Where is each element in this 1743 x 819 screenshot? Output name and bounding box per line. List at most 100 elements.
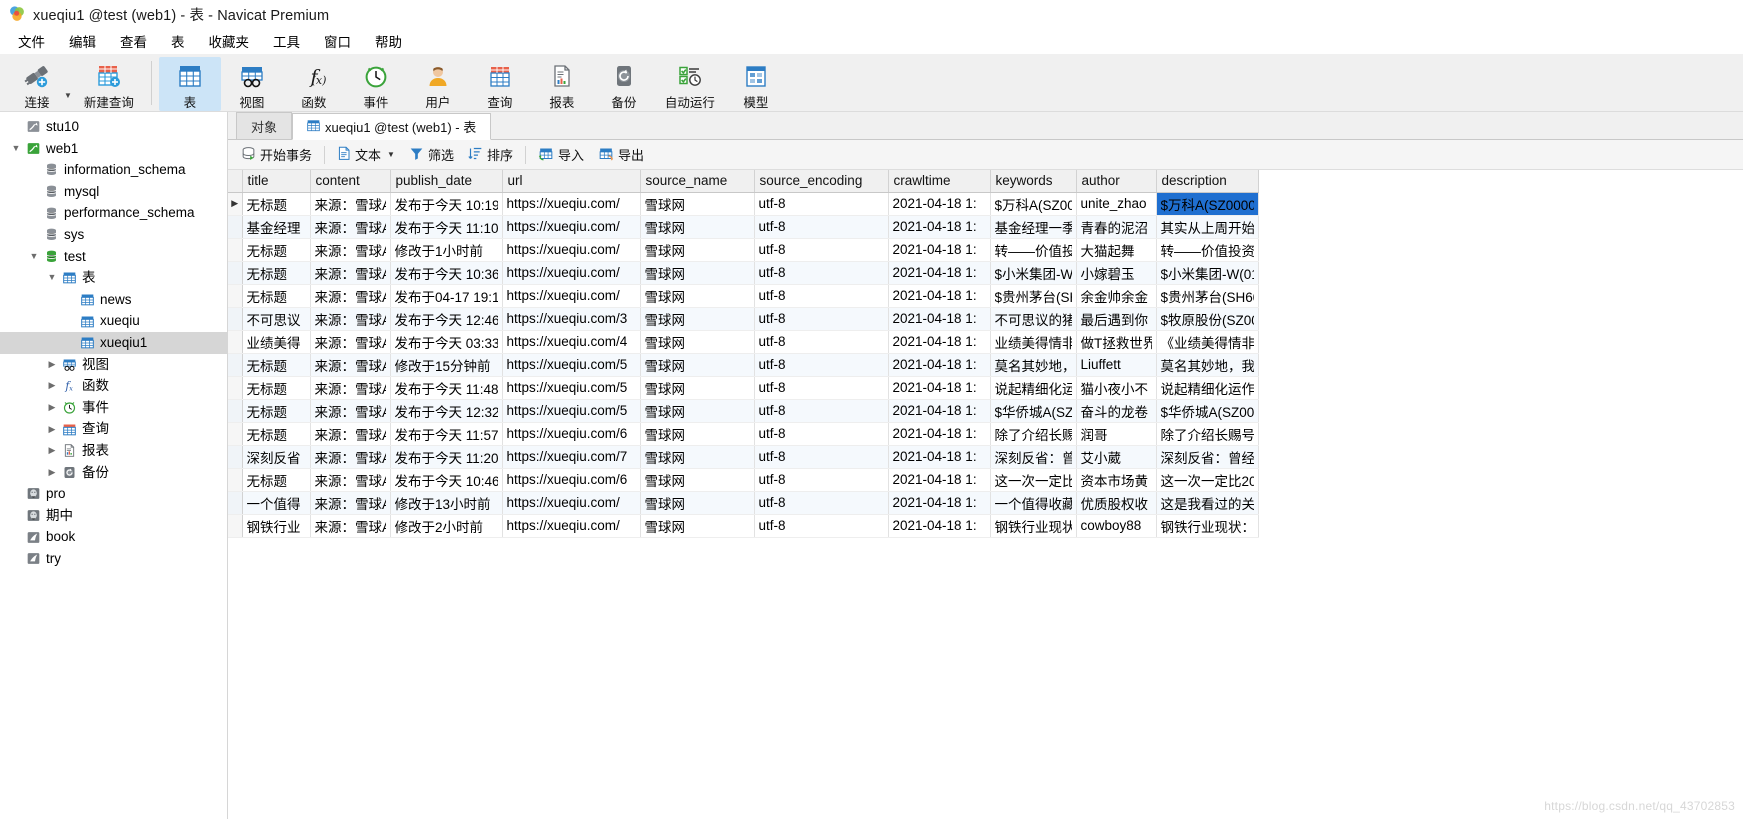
sidebar-item-pro[interactable]: pro — [0, 483, 227, 505]
cell-title[interactable]: 无标题 — [242, 192, 311, 216]
cell-description[interactable]: 说起精细化运作时 — [1156, 376, 1259, 400]
cell-content[interactable]: 来源：雪球A — [310, 330, 391, 354]
cell-content[interactable]: 来源：雪球A — [310, 399, 391, 423]
cell-keywords[interactable]: 转——价值投资 — [990, 238, 1077, 262]
sidebar-item-book[interactable]: book — [0, 526, 227, 548]
sort-button[interactable]: 排序 — [461, 143, 520, 167]
cell-source_name[interactable]: 雪球网 — [640, 215, 755, 239]
cell-keywords[interactable]: $华侨城A(SZ0 — [990, 399, 1077, 423]
cell-title[interactable]: 无标题 — [242, 284, 311, 308]
row-marker[interactable] — [228, 261, 243, 285]
text-button[interactable]: 文本 ▼ — [330, 143, 402, 167]
cell-url[interactable]: https://xueqiu.com/4 — [502, 330, 641, 354]
cell-title[interactable]: 无标题 — [242, 238, 311, 262]
sidebar-item-备份[interactable]: ▶ 备份 — [0, 462, 227, 484]
cell-crawltime[interactable]: 2021-04-18 1: — [888, 307, 991, 331]
cell-description[interactable]: 钢铁行业现状：非 — [1156, 514, 1259, 538]
cell-url[interactable]: https://xueqiu.com/ — [502, 261, 641, 285]
cell-description[interactable]: 转——价值投资 — [1156, 238, 1259, 262]
cell-publish_date[interactable]: 修改于15分钟前 — [390, 353, 503, 377]
cell-description[interactable]: 莫名其妙地，我从 — [1156, 353, 1259, 377]
sidebar-item-stu10[interactable]: stu10 — [0, 116, 227, 138]
cell-author[interactable]: cowboy88 — [1076, 514, 1157, 538]
cell-url[interactable]: https://xueqiu.com/ — [502, 284, 641, 308]
column-header-title[interactable]: title — [242, 170, 311, 193]
cell-content[interactable]: 来源：雪球A — [310, 491, 391, 515]
cell-publish_date[interactable]: 发布于今天 12:32 — [390, 399, 503, 423]
export-button[interactable]: 导出 — [591, 143, 651, 167]
cell-source_name[interactable]: 雪球网 — [640, 353, 755, 377]
table-row[interactable]: 无标题 来源：雪球A 发布于今天 12:32 https://xueqiu.com/5… — [228, 399, 1259, 423]
sidebar-item-函数[interactable]: ▶ f x 函数 — [0, 375, 227, 397]
chevron-down-icon[interactable]: ▼ — [26, 251, 42, 261]
toolbar-connection-button[interactable]: 连接 — [6, 57, 68, 111]
table-row[interactable]: 无标题 来源：雪球A 修改于15分钟前 https://xueqiu.com/5 雪球网… — [228, 353, 1259, 377]
sidebar-item-mysql[interactable]: mysql — [0, 181, 227, 203]
menu-table[interactable]: 表 — [159, 28, 197, 54]
cell-content[interactable]: 来源：雪球A — [310, 261, 391, 285]
cell-source_name[interactable]: 雪球网 — [640, 468, 755, 492]
sidebar-item-sys[interactable]: sys — [0, 224, 227, 246]
import-button[interactable]: 导入 — [531, 143, 591, 167]
cell-content[interactable]: 来源：雪球A — [310, 422, 391, 446]
cell-url[interactable]: https://xueqiu.com/ — [502, 238, 641, 262]
cell-keywords[interactable]: 深刻反省：曾经 — [990, 445, 1077, 469]
cell-source_encoding[interactable]: utf-8 — [754, 376, 889, 400]
cell-publish_date[interactable]: 发布于今天 10:19 — [390, 192, 503, 216]
sidebar-item-事件[interactable]: ▶ 事件 — [0, 397, 227, 419]
cell-description[interactable]: $华侨城A(SZ000 — [1156, 399, 1259, 423]
cell-source_name[interactable]: 雪球网 — [640, 422, 755, 446]
cell-publish_date[interactable]: 发布于今天 10:46 — [390, 468, 503, 492]
navigation-pane[interactable]: stu10 ▼ web1 information_schema mysql perform… — [0, 112, 228, 819]
menu-tools[interactable]: 工具 — [261, 28, 312, 54]
cell-title[interactable]: 无标题 — [242, 468, 311, 492]
cell-crawltime[interactable]: 2021-04-18 1: — [888, 422, 991, 446]
cell-source_name[interactable]: 雪球网 — [640, 399, 755, 423]
cell-content[interactable]: 来源：雪球A — [310, 468, 391, 492]
cell-crawltime[interactable]: 2021-04-18 1: — [888, 215, 991, 239]
menu-window[interactable]: 窗口 — [312, 28, 363, 54]
cell-author[interactable]: 润哥 — [1076, 422, 1157, 446]
cell-source_name[interactable]: 雪球网 — [640, 445, 755, 469]
cell-publish_date[interactable]: 修改于1小时前 — [390, 238, 503, 262]
cell-author[interactable]: 奋斗的龙卷 — [1076, 399, 1157, 423]
toolbar-automation-button[interactable]: 自动运行 — [655, 57, 725, 111]
row-marker[interactable] — [228, 514, 243, 538]
chevron-right-icon[interactable]: ▶ — [44, 446, 60, 455]
column-header-url[interactable]: url — [502, 170, 641, 193]
sidebar-item-web1[interactable]: ▼ web1 — [0, 138, 227, 160]
cell-description[interactable]: 这是我看过的关于 — [1156, 491, 1259, 515]
row-marker[interactable] — [228, 491, 243, 515]
cell-keywords[interactable]: 除了介绍长赐号 — [990, 422, 1077, 446]
data-grid[interactable]: title content publish_date url source_name so… — [228, 170, 1743, 819]
cell-content[interactable]: 来源：雪球A — [310, 215, 391, 239]
cell-author[interactable]: 做T拯救世界 — [1076, 330, 1157, 354]
cell-keywords[interactable]: 基金经理一季报 — [990, 215, 1077, 239]
cell-description[interactable]: $牧原股份(SZ00 — [1156, 307, 1259, 331]
cell-title[interactable]: 无标题 — [242, 376, 311, 400]
cell-crawltime[interactable]: 2021-04-18 1: — [888, 376, 991, 400]
cell-content[interactable]: 来源：雪球A — [310, 307, 391, 331]
cell-content[interactable]: 来源：雪球A — [310, 376, 391, 400]
toolbar-function-button[interactable]: f (x) 函数 — [283, 57, 345, 111]
cell-title[interactable]: 无标题 — [242, 422, 311, 446]
cell-keywords[interactable]: 莫名其妙地，我 — [990, 353, 1077, 377]
row-marker[interactable] — [228, 307, 243, 331]
cell-crawltime[interactable]: 2021-04-18 1: — [888, 192, 991, 216]
cell-author[interactable]: 猫小夜小不 — [1076, 376, 1157, 400]
menu-view[interactable]: 查看 — [108, 28, 159, 54]
sidebar-item-try[interactable]: try — [0, 548, 227, 570]
table-row[interactable]: 钢铁行业 来源：雪球A 修改于2小时前 https://xueqiu.com/雪球网 u… — [228, 514, 1259, 538]
table-row[interactable]: 不可思议 来源：雪球A 发布于今天 12:46 https://xueqiu.com/… — [228, 307, 1259, 331]
cell-keywords[interactable]: $贵州茅台(SH6 — [990, 284, 1077, 308]
cell-source_name[interactable]: 雪球网 — [640, 330, 755, 354]
cell-url[interactable]: https://xueqiu.com/3 — [502, 307, 641, 331]
cell-keywords[interactable]: 钢铁行业现状、 — [990, 514, 1077, 538]
toolbar-user-button[interactable]: 用户 — [407, 57, 469, 111]
filter-button[interactable]: 筛选 — [402, 143, 461, 167]
cell-source_name[interactable]: 雪球网 — [640, 238, 755, 262]
table-row[interactable]: ▶ 无标题 来源：雪球A 发布于今天 10:19 https://xueqiu.com/… — [228, 192, 1259, 216]
cell-source_encoding[interactable]: utf-8 — [754, 192, 889, 216]
chevron-right-icon[interactable]: ▶ — [44, 359, 60, 369]
menu-favorites[interactable]: 收藏夹 — [197, 28, 262, 54]
